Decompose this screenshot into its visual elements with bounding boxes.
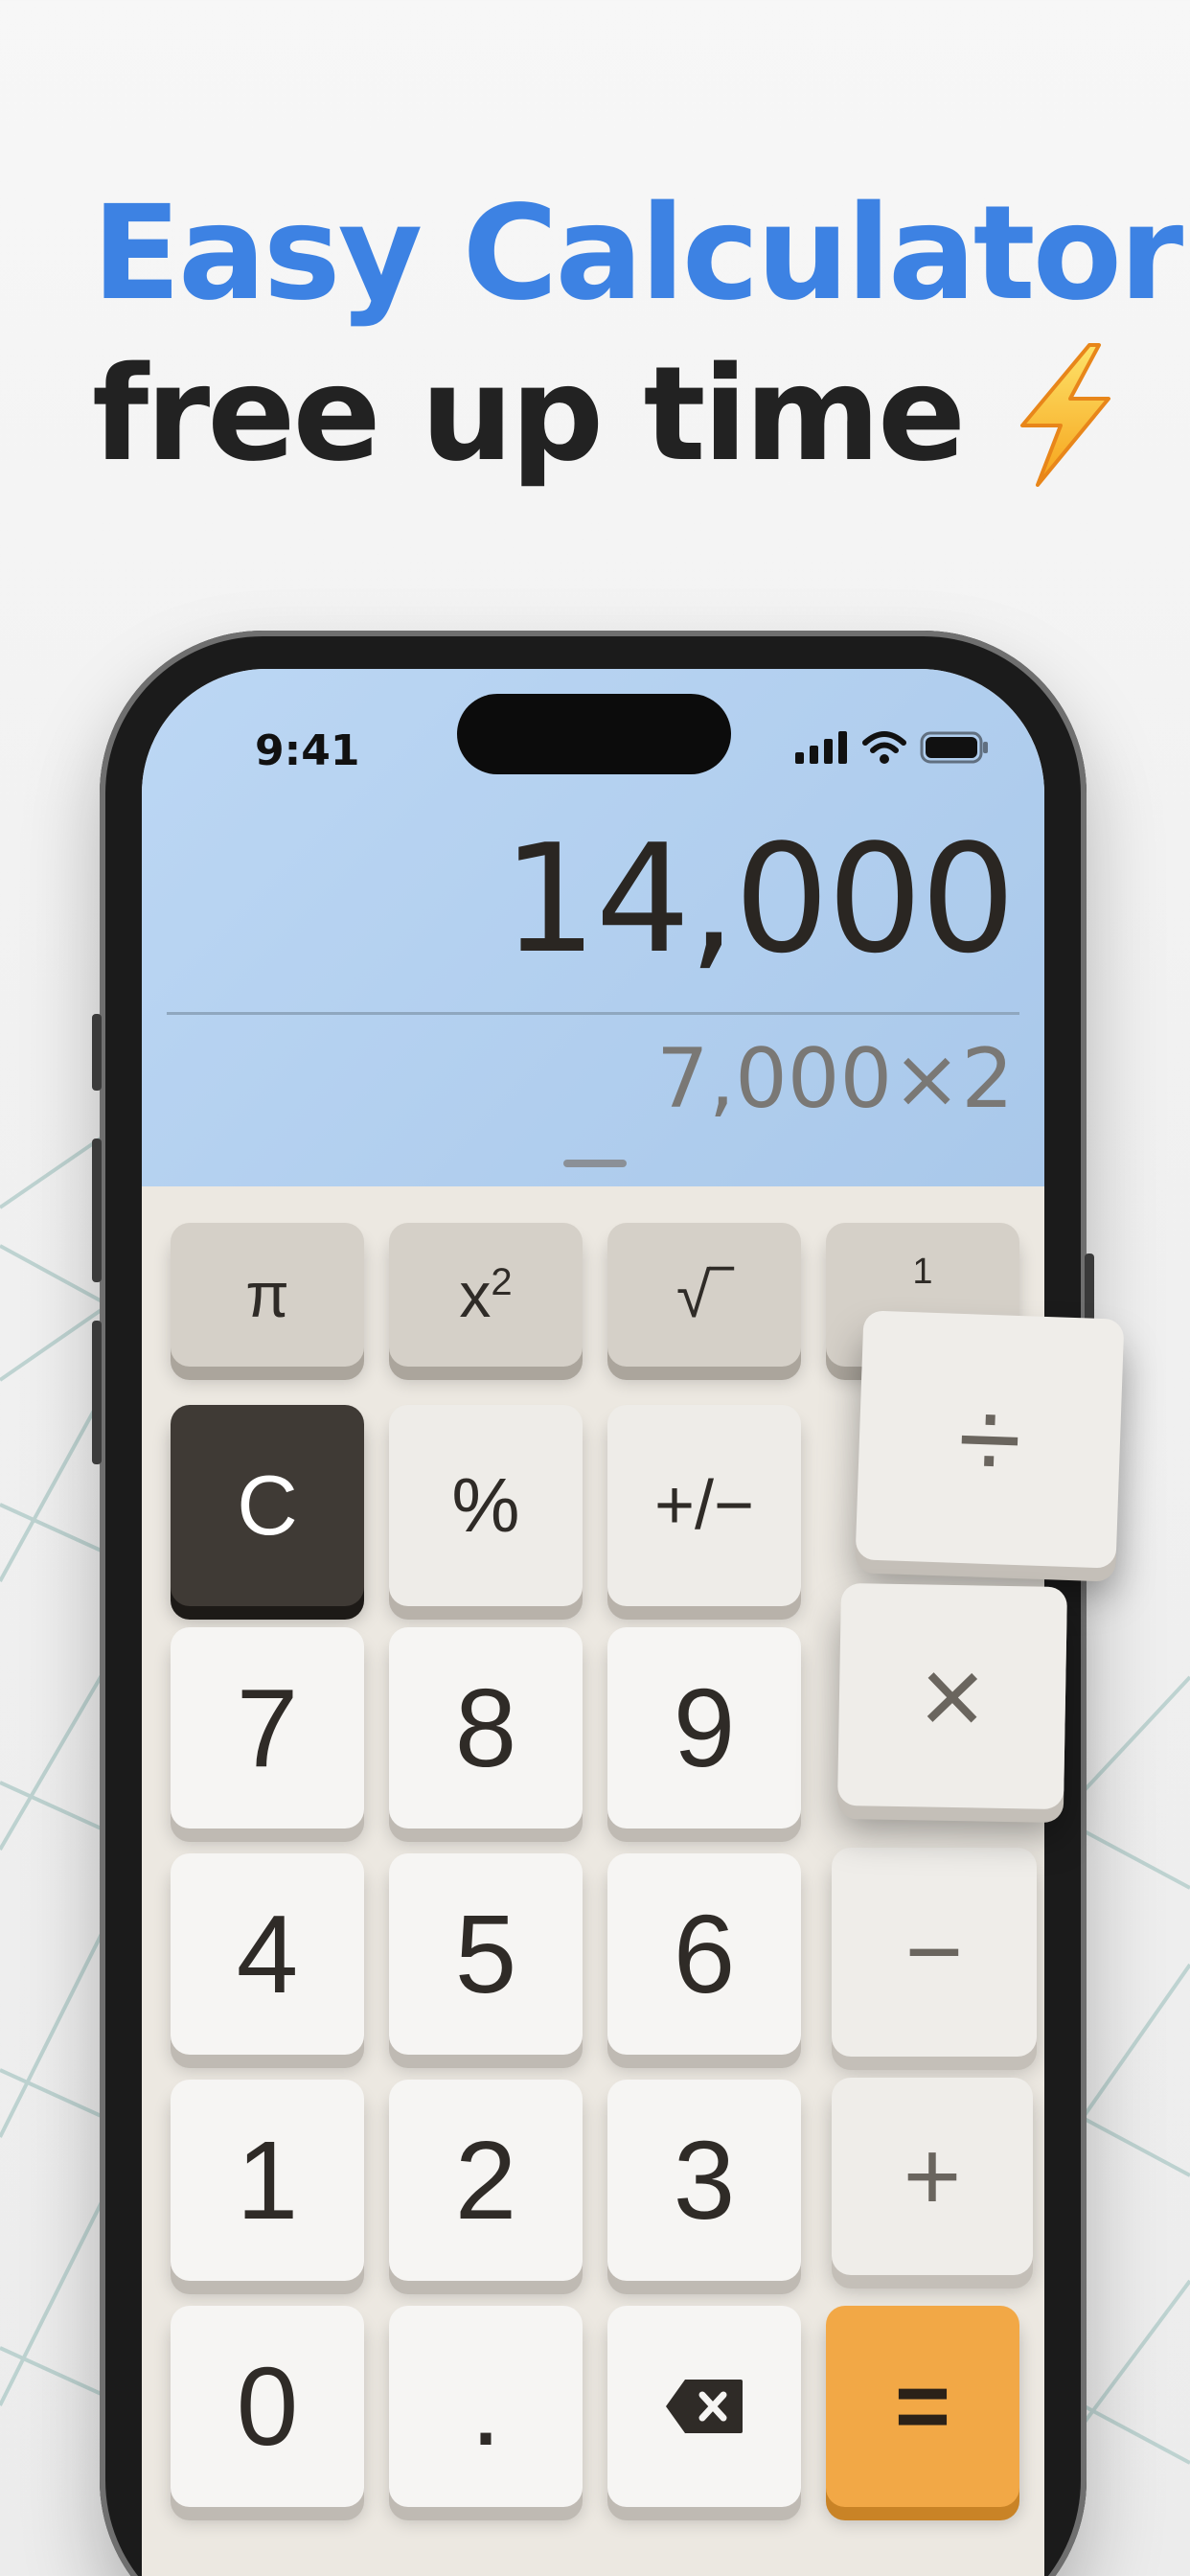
display-expression: 7,000×2 [656,1031,1014,1127]
clear-key-label: C [237,1458,298,1552]
clear-key[interactable]: C [171,1405,364,1606]
square-key-label: x2 [459,1259,513,1330]
headline: Easy Calculator free up time [92,178,1183,487]
equals-key-label: = [894,2352,951,2460]
digit-6-label: 6 [673,1892,736,2016]
dynamic-island [457,694,731,774]
percent-key-label: % [451,1462,520,1548]
digit-9-label: 9 [673,1666,736,1790]
digit-0-key[interactable]: 0 [171,2306,364,2507]
minus-key[interactable]: − [832,1848,1037,2057]
minus-key-label: − [904,1896,964,2008]
digit-2-label: 2 [454,2118,517,2242]
lightning-bolt-icon [1020,343,1111,487]
cellular-signal-icon [795,731,847,764]
digit-4-key[interactable]: 4 [171,1853,364,2055]
digit-9-key[interactable]: 9 [607,1627,801,1828]
digit-2-key[interactable]: 2 [389,2080,583,2281]
digit-7-key[interactable]: 7 [171,1627,364,1828]
digit-3-key[interactable]: 3 [607,2080,801,2281]
decimal-key-label: . [469,2344,502,2469]
calculator-display: 9:41 14,000 7,000×2 [142,669,1044,1186]
percent-key[interactable]: % [389,1405,583,1606]
pi-key[interactable]: π [171,1223,364,1367]
digit-5-key[interactable]: 5 [389,1853,583,2055]
plus-minus-key[interactable]: +/− [607,1405,801,1606]
pi-key-label: π [245,1259,289,1330]
backspace-key[interactable] [607,2306,801,2507]
plus-minus-key-label: +/− [653,1467,755,1544]
square-key[interactable]: x2 [389,1223,583,1367]
reciprocal-key-label: 1 [912,1252,933,1292]
digit-5-label: 5 [454,1892,517,2016]
headline-title: Easy Calculator [92,178,1183,330]
phone-side-button [92,1014,102,1091]
digit-8-label: 8 [454,1666,517,1790]
headline-subtitle-row: free up time [92,343,1180,487]
divide-key-label: ÷ [955,1373,1024,1506]
display-result: 14,000 [502,812,1016,986]
plus-key[interactable]: + [832,2078,1033,2275]
multiply-key[interactable]: × [836,1582,1068,1810]
digit-1-label: 1 [236,2118,299,2242]
drag-handle[interactable] [563,1160,627,1167]
wifi-icon [862,731,906,764]
backspace-icon [666,2380,743,2433]
equals-key[interactable]: = [826,2306,1019,2507]
square-root-key-label: √‾ [675,1259,733,1330]
plus-key-label: + [903,2120,962,2232]
digit-4-label: 4 [236,1892,299,2016]
digit-6-key[interactable]: 6 [607,1853,801,2055]
phone-side-button [92,1321,102,1464]
decimal-key[interactable]: . [389,2306,583,2507]
divide-key[interactable]: ÷ [855,1310,1125,1569]
headline-subtitle: free up time [92,339,966,491]
digit-1-key[interactable]: 1 [171,2080,364,2281]
square-root-key[interactable]: √‾ [607,1223,801,1367]
status-time: 9:41 [255,726,360,775]
digit-7-label: 7 [236,1666,299,1790]
digit-0-label: 0 [236,2344,299,2469]
battery-icon [920,731,988,764]
digit-8-key[interactable]: 8 [389,1627,583,1828]
digit-3-label: 3 [673,2118,736,2242]
status-icons [795,730,989,765]
display-divider [167,1012,1019,1015]
multiply-key-label: × [918,1633,987,1760]
phone-side-button [92,1138,102,1282]
